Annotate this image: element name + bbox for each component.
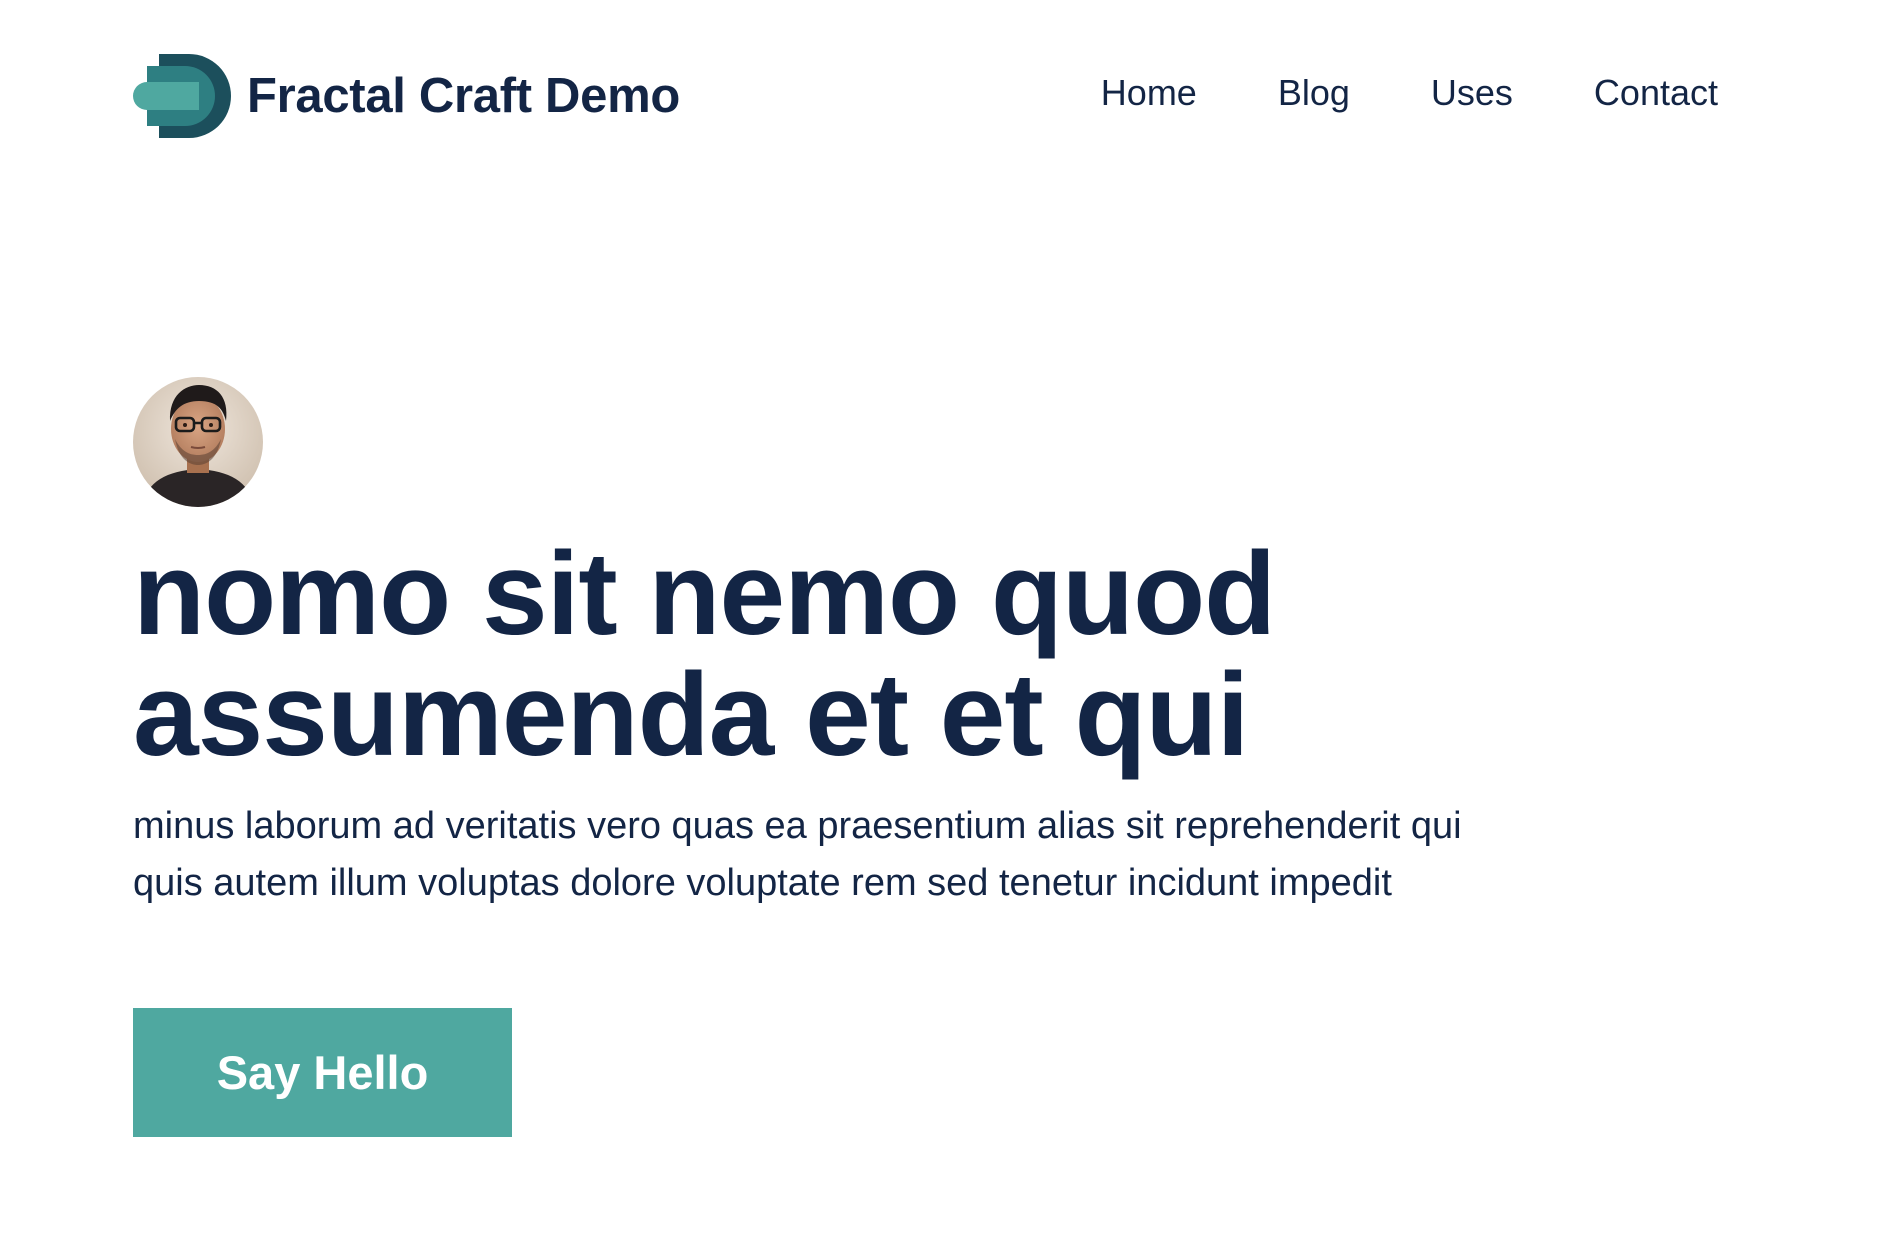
- nav-blog-link[interactable]: Blog: [1278, 72, 1350, 114]
- brand-name: Fractal Craft Demo: [247, 69, 680, 123]
- main-nav: Home Blog Uses Contact: [1101, 72, 1718, 114]
- hero-headline-line: assumenda et et qui: [133, 649, 1249, 781]
- nav-home-link[interactable]: Home: [1101, 72, 1197, 114]
- fractal-d-logo-icon: [133, 54, 231, 138]
- profile-photo: [133, 377, 263, 507]
- avatar: [133, 377, 263, 507]
- hero-headline: nomo sit nemo quod assumenda et et qui: [133, 534, 1633, 776]
- nav-uses-link[interactable]: Uses: [1431, 72, 1513, 114]
- hero-headline-line: nomo sit nemo quod: [133, 528, 1276, 660]
- hero-description-line: minus laborum ad veritatis vero quas ea …: [133, 805, 1462, 847]
- hero-description-line: quis autem illum voluptas dolore volupta…: [133, 862, 1392, 904]
- nav-contact-link[interactable]: Contact: [1594, 72, 1718, 114]
- say-hello-button[interactable]: Say Hello: [133, 1008, 512, 1137]
- site-header: Fractal Craft Demo Home Blog Uses Contac…: [133, 52, 1718, 140]
- brand-link[interactable]: Fractal Craft Demo: [133, 54, 680, 138]
- hero-description: minus laborum ad veritatis vero quas ea …: [133, 798, 1583, 912]
